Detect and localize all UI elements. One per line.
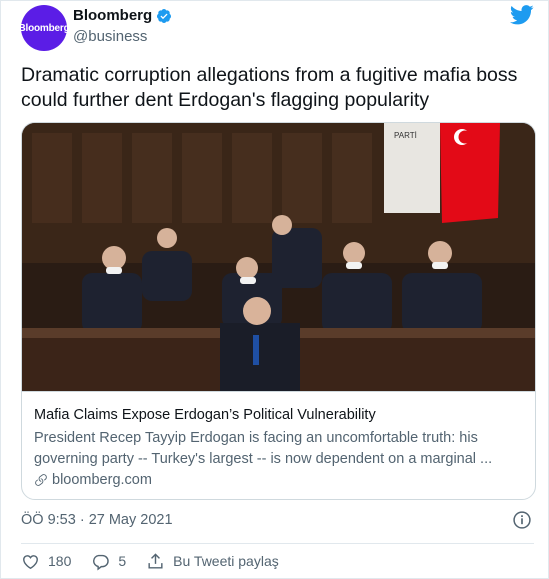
reply-button[interactable]: 5 [91,552,126,571]
card-domain[interactable]: bloomberg.com [34,472,523,488]
reply-count: 5 [118,553,127,569]
reply-icon [93,554,110,570]
tweet-text: Dramatic corruption allegations from a f… [21,64,518,111]
like-button[interactable]: 180 [21,552,71,571]
card-title[interactable]: Mafia Claims Expose Erdogan’s Political … [34,406,523,425]
card-description: President Recep Tayyip Erdogan is facing… [34,430,493,467]
party-sign-text: PARTİ [394,131,417,140]
like-count: 180 [48,553,72,569]
share-icon [148,552,163,569]
author-handle[interactable]: @business [73,28,147,45]
twitter-bird-icon[interactable] [510,5,534,25]
avatar[interactable]: Bloomberg [18,5,70,51]
author-name[interactable]: Bloomberg [73,7,152,24]
action-bar: 180 5 Bu Tweeti paylaş [21,549,299,573]
card-body[interactable]: Mafia Claims Expose Erdogan’s Political … [22,391,535,499]
tweet-timestamp[interactable]: ÖÖ 9:53 · 27 May 2021 [21,512,173,528]
info-icon[interactable] [512,510,532,530]
author-name-row[interactable]: Bloomberg [73,7,172,24]
avatar-text: Bloomberg [18,22,70,34]
card-domain-text[interactable]: bloomberg.com [52,472,152,488]
tweet-embed[interactable]: Bloomberg Bloomberg @business Dramatic c… [0,0,549,579]
article-image[interactable]: PARTİ [22,123,535,391]
share-button[interactable]: Bu Tweeti paylaş [146,552,279,571]
share-label: Bu Tweeti paylaş [173,553,279,569]
link-card[interactable]: PARTİ Mafia Claims Expose Erdogan’s Poli… [21,122,536,500]
heart-icon [23,554,38,569]
link-icon [35,474,47,486]
divider [21,543,534,544]
verified-badge-icon [157,8,172,23]
